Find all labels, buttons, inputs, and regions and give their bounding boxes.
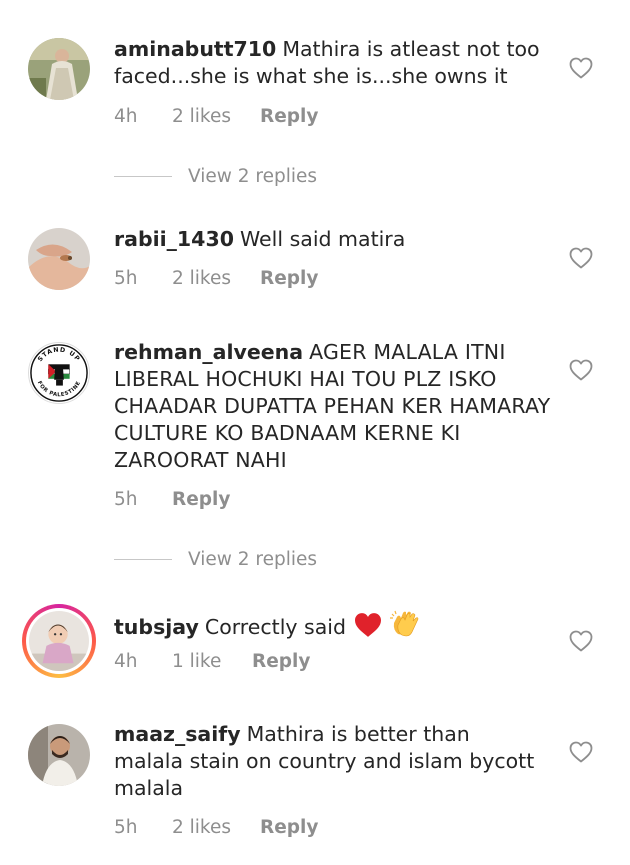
- view-replies-label[interactable]: View 2 replies: [188, 166, 317, 187]
- view-replies-label[interactable]: View 2 replies: [188, 549, 317, 570]
- view-replies-link[interactable]: View 2 replies: [114, 163, 317, 189]
- comment-body: Well said matira: [239, 227, 406, 251]
- comment-meta: 5h 2 likes Reply: [114, 265, 318, 291]
- avatar[interactable]: [28, 38, 90, 100]
- clapping-hands-emoji: [389, 608, 419, 645]
- comment-likes[interactable]: 1 like: [172, 651, 252, 672]
- comment-meta: 4h 1 like Reply: [114, 648, 310, 674]
- reply-button[interactable]: Reply: [260, 106, 318, 127]
- comment-meta: 5h Reply: [114, 486, 230, 512]
- heart-outline-icon[interactable]: [569, 359, 593, 381]
- comment-body: Correctly said: [204, 615, 346, 639]
- comment-text: maaz_saify Mathira is better than malala …: [114, 721, 544, 802]
- heart-outline-icon[interactable]: [569, 57, 593, 79]
- view-replies-link[interactable]: View 2 replies: [114, 546, 317, 572]
- comment-text: aminabutt710 Mathira is atleast not too f…: [114, 36, 544, 90]
- comment-meta: 5h 2 likes Reply: [114, 814, 318, 840]
- reply-button[interactable]: Reply: [260, 817, 318, 838]
- reply-button[interactable]: Reply: [252, 651, 310, 672]
- comment-time: 5h: [114, 816, 138, 838]
- comment-text: rabii_1430 Well said matira: [114, 226, 544, 253]
- heart-outline-icon[interactable]: [569, 247, 593, 269]
- comment-username[interactable]: tubsjay: [114, 615, 199, 639]
- comment-time: 4h: [114, 105, 138, 127]
- comment-text: rehman_alveena AGER MALALA ITNI LIBERAL H…: [114, 339, 554, 474]
- comment-text: tubsjay Correctly said: [114, 608, 544, 645]
- divider-line: [114, 175, 172, 177]
- reply-button[interactable]: Reply: [260, 268, 318, 289]
- avatar[interactable]: [28, 228, 90, 290]
- comment-meta: 4h 2 likes Reply: [114, 103, 318, 129]
- avatar[interactable]: [22, 604, 96, 678]
- heart-outline-icon[interactable]: [569, 741, 593, 763]
- red-heart-emoji: [353, 612, 383, 645]
- divider-line: [114, 558, 172, 560]
- comment-time: 4h: [114, 650, 138, 672]
- avatar[interactable]: [28, 724, 90, 786]
- avatar-photo: [29, 611, 89, 671]
- comment-likes[interactable]: 2 likes: [172, 817, 260, 838]
- comment-time: 5h: [114, 267, 138, 289]
- reply-button[interactable]: Reply: [172, 489, 230, 510]
- comment-username[interactable]: aminabutt710: [114, 37, 276, 61]
- comment-username[interactable]: maaz_saify: [114, 722, 241, 746]
- comment-likes[interactable]: 2 likes: [172, 268, 260, 289]
- comment-username[interactable]: rehman_alveena: [114, 340, 303, 364]
- comment-likes[interactable]: 2 likes: [172, 106, 260, 127]
- avatar[interactable]: STAND UP FOR PALESTINE: [28, 342, 90, 404]
- heart-outline-icon[interactable]: [569, 630, 593, 652]
- avatar-inner: [26, 608, 92, 674]
- comment-username[interactable]: rabii_1430: [114, 227, 234, 251]
- comment-time: 5h: [114, 488, 138, 510]
